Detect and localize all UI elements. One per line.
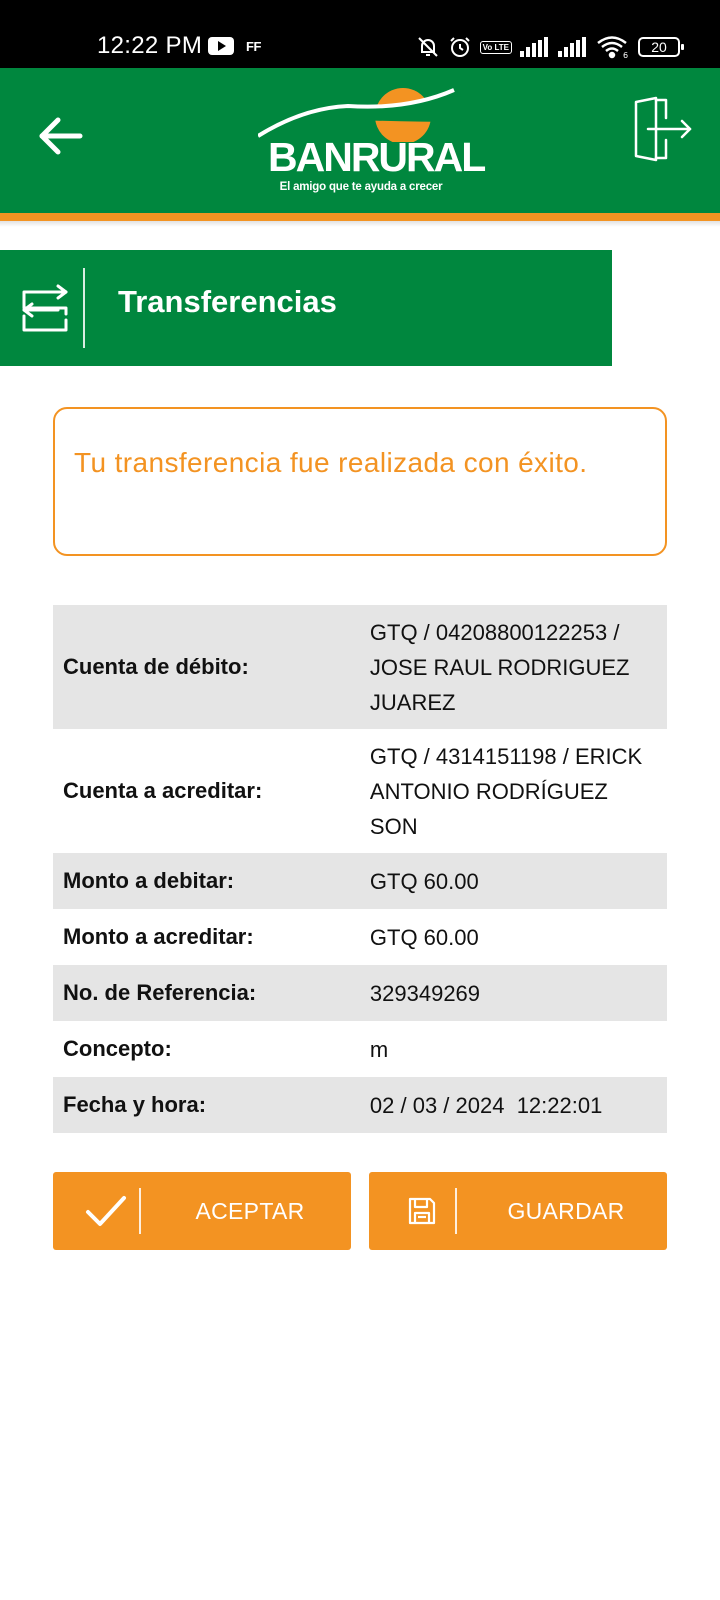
alarm-icon	[449, 37, 470, 57]
transfer-icon	[22, 284, 68, 332]
header-accent-stripe	[0, 213, 720, 221]
youtube-icon	[208, 37, 234, 55]
detail-row-debit-account: Cuenta de débito: GTQ / 04208800122253 /…	[53, 605, 667, 729]
signal-icon	[520, 37, 548, 57]
logout-button[interactable]	[628, 96, 700, 166]
success-message-box: Tu transferencia fue realizada con éxito…	[53, 407, 667, 556]
detail-value: GTQ 60.00	[369, 924, 479, 950]
detail-label: Fecha y hora:	[63, 1092, 207, 1117]
detail-value: 02 / 03 / 2024 12:22:01	[369, 1092, 603, 1118]
status-left-icons: FF	[208, 36, 261, 56]
signal-icon	[558, 37, 586, 57]
header-shadow	[0, 221, 720, 227]
status-right-icons: Vo LTE 6 20	[416, 34, 684, 60]
logout-icon	[634, 96, 692, 162]
success-message: Tu transferencia fue realizada con éxito…	[74, 447, 588, 478]
battery-icon: 20	[638, 37, 684, 57]
detail-label: Monto a debitar:	[63, 868, 235, 893]
detail-row-concept: Concepto: m	[53, 1021, 667, 1077]
detail-label: No. de Referencia:	[63, 980, 257, 1005]
ff-icon: FF	[246, 38, 261, 54]
floppy-disk-icon	[399, 1190, 445, 1232]
title-divider	[83, 268, 85, 348]
wifi-icon: 6	[597, 36, 628, 59]
detail-row-datetime: Fecha y hora: 02 / 03 / 2024 12:22:01	[53, 1077, 667, 1133]
detail-label: Concepto:	[63, 1036, 172, 1061]
logo-name: BANRURAL	[268, 134, 486, 180]
back-button[interactable]	[32, 108, 88, 164]
detail-value: m	[369, 1036, 389, 1062]
status-time: 12:22 PM	[97, 32, 203, 59]
save-button-label: GUARDAR	[507, 1198, 625, 1224]
detail-row-credit-amount: Monto a acreditar: GTQ 60.00	[53, 909, 667, 965]
detail-value: GTQ 60.00	[369, 868, 479, 894]
button-divider	[139, 1188, 141, 1234]
checkmark-icon	[83, 1190, 129, 1232]
page-title: Transferencias	[118, 284, 337, 319]
detail-value: 329349269	[369, 980, 481, 1006]
detail-value: GTQ / 4314151198 / ERICK ANTONIO RODRÍGU…	[369, 743, 643, 839]
button-divider	[455, 1188, 457, 1234]
detail-value: GTQ / 04208800122253 / JOSE RAUL RODRIGU…	[369, 619, 630, 715]
detail-label: Cuenta a acreditar:	[63, 778, 263, 803]
wifi-label: 6	[623, 51, 628, 59]
banrural-logo: BANRURAL El amigo que te ayuda a crecer	[258, 82, 486, 202]
detail-row-debit-amount: Monto a debitar: GTQ 60.00	[53, 853, 667, 909]
transfer-details: Cuenta de débito: GTQ / 04208800122253 /…	[53, 605, 667, 1133]
app-header: BANRURAL El amigo que te ayuda a crecer	[0, 68, 720, 213]
save-button[interactable]: GUARDAR	[369, 1172, 667, 1250]
status-bar: 12:22 PM FF Vo LTE 6 20	[0, 0, 720, 68]
sun-icon	[258, 88, 464, 142]
section-title-bar: Transferencias	[0, 250, 612, 366]
detail-row-credit-account: Cuenta a acreditar: GTQ / 4314151198 / E…	[53, 729, 667, 853]
detail-label: Cuenta de débito:	[63, 654, 249, 679]
mute-icon	[417, 37, 438, 57]
detail-label: Monto a acreditar:	[63, 924, 254, 949]
arrow-left-icon	[39, 117, 83, 155]
accept-button-label: ACEPTAR	[195, 1198, 305, 1224]
volte-icon: Vo LTE	[479, 40, 512, 54]
accept-button[interactable]: ACEPTAR	[53, 1172, 351, 1250]
logo-tagline: El amigo que te ayuda a crecer	[279, 181, 443, 193]
detail-row-reference: No. de Referencia: 329349269	[53, 965, 667, 1021]
